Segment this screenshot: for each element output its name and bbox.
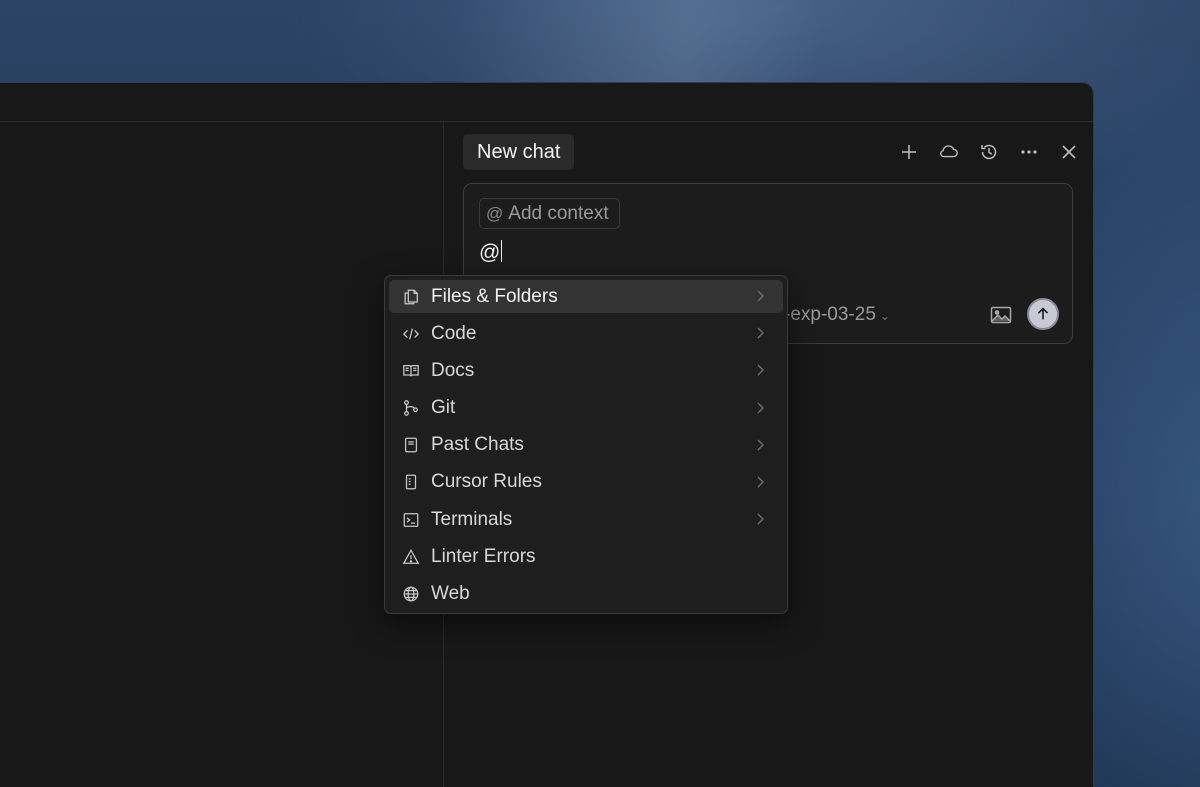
- close-icon[interactable]: [1055, 138, 1083, 166]
- chevron-right-icon: [757, 513, 764, 525]
- chevron-down-icon: ⌄: [879, 309, 890, 323]
- menu-item-linter-errors[interactable]: Linter Errors: [389, 540, 783, 573]
- at-icon: @: [486, 203, 504, 223]
- chevron-right-icon: [757, 439, 764, 451]
- model-name: -exp-03-25: [784, 304, 876, 325]
- menu-item-web[interactable]: Web: [389, 578, 783, 611]
- warning-icon: [401, 547, 421, 567]
- chat-input[interactable]: @: [479, 240, 503, 265]
- git-branch-icon: [401, 398, 421, 418]
- model-selector[interactable]: -exp-03-25 ⌄: [784, 304, 890, 326]
- mention-menu: Files & Folders Code Docs Git Past Chats…: [384, 275, 788, 614]
- menu-item-label: Linter Errors: [431, 545, 536, 567]
- add-context-button[interactable]: @ Add context: [479, 198, 620, 229]
- menu-item-label: Past Chats: [431, 434, 524, 456]
- send-button[interactable]: [1027, 298, 1059, 330]
- files-icon: [401, 287, 421, 307]
- chevron-right-icon: [757, 476, 764, 488]
- menu-item-label: Web: [431, 583, 470, 604]
- book-icon: [401, 361, 421, 381]
- menu-item-label: Cursor Rules: [431, 471, 542, 493]
- rules-file-icon: [401, 472, 421, 492]
- chevron-right-icon: [757, 290, 764, 302]
- chevron-right-icon: [757, 364, 764, 376]
- editor-area[interactable]: [0, 122, 443, 787]
- menu-item-label: Files & Folders: [431, 285, 558, 307]
- menu-item-git[interactable]: Git: [389, 392, 783, 425]
- notebook-icon: [401, 435, 421, 455]
- menu-item-past-chats[interactable]: Past Chats: [389, 429, 783, 462]
- text-caret: [501, 240, 503, 262]
- add-context-label: Add context: [508, 202, 609, 224]
- more-icon[interactable]: [1015, 138, 1043, 166]
- menu-item-label: Code: [431, 322, 477, 344]
- chat-input-text: @: [479, 241, 501, 264]
- chevron-right-icon: [757, 402, 764, 414]
- menu-item-label: Docs: [431, 359, 475, 381]
- image-icon[interactable]: [989, 304, 1013, 326]
- title-bar[interactable]: [0, 83, 1093, 122]
- menu-item-files-folders[interactable]: Files & Folders: [389, 280, 783, 313]
- chat-title-tab[interactable]: New chat: [463, 134, 575, 170]
- menu-item-cursor-rules[interactable]: Cursor Rules: [389, 466, 783, 499]
- plus-icon[interactable]: [895, 138, 923, 166]
- arrow-up-icon: [1037, 307, 1049, 320]
- globe-icon: [401, 584, 421, 604]
- code-icon: [401, 324, 421, 344]
- terminal-icon: [401, 510, 421, 530]
- chevron-right-icon: [757, 327, 764, 339]
- history-icon[interactable]: [975, 138, 1003, 166]
- menu-item-docs[interactable]: Docs: [389, 354, 783, 387]
- cloud-icon[interactable]: [935, 138, 963, 166]
- chat-header-actions: [895, 138, 1083, 166]
- menu-item-label: Terminals: [431, 508, 513, 530]
- menu-item-label: Git: [431, 397, 456, 419]
- menu-item-code[interactable]: Code: [389, 317, 783, 350]
- menu-item-terminals[interactable]: Terminals: [389, 503, 783, 536]
